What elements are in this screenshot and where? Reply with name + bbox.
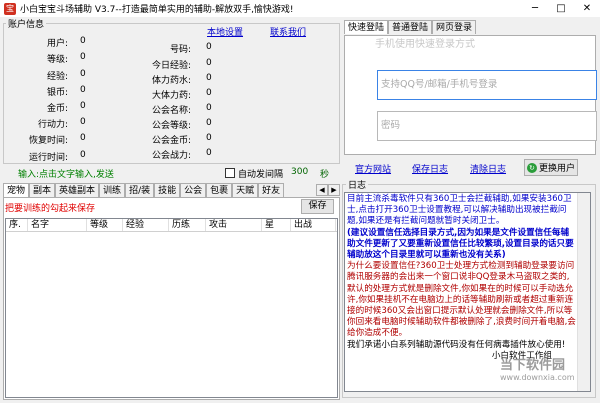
minimize-button[interactable]: ─: [522, 0, 548, 17]
stamina-potion-label: 体力药水:: [151, 76, 191, 86]
account-input[interactable]: 支持QQ号/邮箱/手机号登录: [377, 70, 597, 100]
tab-bag[interactable]: 包裹: [206, 183, 233, 197]
input-hint[interactable]: 输入:点击文字输入,发送: [18, 167, 114, 180]
refresh-icon: ↻: [526, 162, 537, 173]
window-title: 小白宝宝斗场辅助 V3.7--打造最简单实用的辅助-解放双手,愉快游戏!: [20, 5, 294, 15]
tab-pets[interactable]: 宠物: [3, 183, 30, 197]
guild-gold-label: 公会金币:: [151, 136, 191, 146]
column-level[interactable]: 等级: [87, 219, 123, 231]
guild-level-value: 0: [206, 118, 212, 128]
log-paragraph: 目前主流杀毒软件只有360卫士会拦截辅助,如果安装360卫士,点击打开360卫士…: [347, 194, 572, 227]
switch-user-button[interactable]: ↻ 更换用户: [524, 159, 578, 176]
exp-label: 经验:: [46, 72, 68, 82]
watermark: 当下软件园 www.downxia.com: [500, 354, 595, 394]
password-placeholder: 密码: [381, 120, 401, 131]
exp-value: 0: [80, 69, 86, 79]
auto-send-unit: 秒: [320, 170, 330, 180]
user-value: 0: [80, 36, 86, 46]
log-paragraph: 我们承诺小白系列辅助源代码没有任何病毒插件放心使用!: [347, 339, 566, 350]
function-tabs: 宠物 副本 英雄副本 训练 招/装 技能 公会 包裹 天赋 好友: [3, 183, 285, 197]
tab-normal-login[interactable]: 普通登陆: [388, 20, 433, 34]
tab-training[interactable]: 训练: [99, 183, 126, 197]
gold-value: 0: [80, 101, 86, 111]
guild-name-label: 公会名称:: [151, 106, 191, 116]
clear-log-link[interactable]: 清除日志: [470, 162, 506, 175]
guild-power-label: 公会战力:: [151, 151, 191, 161]
level-value: 0: [80, 52, 86, 62]
stamina-potion-value: 0: [206, 73, 212, 83]
tab-recruit-equip[interactable]: 招/装: [125, 183, 155, 197]
column-star[interactable]: 星: [262, 219, 291, 231]
login-tabs: 快速登陆 普通登陆 网页登录: [344, 20, 477, 34]
pet-grid[interactable]: 序. 名字 等级 经验 历练 攻击 星 出战: [5, 218, 338, 398]
tab-hero-dungeon[interactable]: 英雄副本: [55, 183, 100, 197]
guild-level-label: 公会等级:: [151, 121, 191, 131]
faded-banner: 手机使用快速登录方式: [375, 39, 475, 50]
password-input[interactable]: 密码: [377, 111, 597, 141]
auto-send-interval[interactable]: 300: [291, 167, 308, 177]
save-button[interactable]: 保存: [301, 199, 334, 214]
guild-power-value: 0: [206, 148, 212, 158]
level-label: 等级:: [46, 55, 68, 65]
contact-us-link[interactable]: 联系我们: [270, 25, 306, 38]
run-time-value: 0: [80, 150, 86, 160]
recovery-time-label: 恢复时间:: [28, 136, 68, 146]
tab-scroll-buttons: ◀ ▶: [316, 184, 340, 196]
app-logo-icon: 宝: [4, 2, 16, 15]
qq-number-label: 号码:: [169, 45, 191, 55]
column-experience[interactable]: 历练: [169, 219, 206, 231]
official-site-link[interactable]: 官方网站: [355, 162, 391, 175]
gold-label: 金币:: [46, 104, 68, 114]
column-index[interactable]: 序.: [6, 219, 28, 231]
column-deployed[interactable]: 出战: [291, 219, 336, 231]
tab-scroll-left-icon[interactable]: ◀: [316, 184, 328, 196]
tab-skills[interactable]: 技能: [154, 183, 181, 197]
column-attack[interactable]: 攻击: [206, 219, 262, 231]
pet-grid-header: 序. 名字 等级 经验 历练 攻击 星 出战: [6, 219, 337, 232]
auto-send-checkbox[interactable]: [225, 168, 235, 178]
guild-gold-value: 0: [206, 133, 212, 143]
big-stamina-potion-value: 0: [206, 88, 212, 98]
guild-name-value: 0: [206, 103, 212, 113]
column-exp[interactable]: 经验: [123, 219, 169, 231]
action-points-label: 行动力:: [37, 120, 68, 130]
maximize-button[interactable]: □: [548, 0, 574, 17]
watermark-title: 当下软件园: [500, 358, 566, 373]
save-log-link[interactable]: 保存日志: [412, 162, 448, 175]
big-stamina-potion-label: 大体力药:: [151, 91, 191, 101]
training-warning: 把要训练的勾起来保存: [5, 204, 96, 214]
tab-guild[interactable]: 公会: [180, 183, 207, 197]
recovery-time-value: 0: [80, 133, 86, 143]
user-label: 用户:: [46, 39, 68, 49]
tab-scroll-right-icon[interactable]: ▶: [328, 184, 340, 196]
auto-send-label: 自动发间隔: [238, 170, 284, 180]
account-info-legend: 账户信息: [6, 17, 47, 30]
column-name[interactable]: 名字: [28, 219, 87, 231]
tab-quick-login[interactable]: 快速登陆: [344, 20, 389, 34]
silver-label: 银币:: [46, 88, 68, 98]
log-legend: 日志: [346, 178, 369, 191]
today-exp-value: 0: [206, 58, 212, 68]
run-time-label: 运行时间:: [28, 153, 68, 163]
tab-talent[interactable]: 天赋: [232, 183, 259, 197]
qq-number-value: 0: [206, 42, 212, 52]
log-paragraph: 为什么要设置信任?360卫士处理方式检测到辅助登录要访问腾讯服务器的会出来一个窗…: [347, 261, 576, 339]
today-exp-label: 今日经验:: [151, 61, 191, 71]
log-paragraph: (建议设置信任选择目录方式,因为如果是文件设置信任每辅助文件更新了又要重新设置信…: [347, 227, 574, 261]
tab-web-login[interactable]: 网页登录: [432, 20, 477, 34]
action-points-value: 0: [80, 117, 86, 127]
title-bar: 宝 小白宝宝斗场辅助 V3.7--打造最简单实用的辅助-解放双手,愉快游戏! ─…: [0, 0, 600, 17]
close-button[interactable]: ✕: [574, 0, 600, 17]
tab-friends[interactable]: 好友: [258, 183, 285, 197]
silver-value: 0: [80, 85, 86, 95]
switch-user-label: 更换用户: [538, 164, 575, 174]
watermark-subtitle: www.downxia.com: [500, 373, 575, 382]
local-settings-link[interactable]: 本地设置: [207, 25, 243, 38]
account-placeholder: 支持QQ号/邮箱/手机号登录: [381, 79, 498, 90]
tab-dungeon[interactable]: 副本: [29, 183, 56, 197]
